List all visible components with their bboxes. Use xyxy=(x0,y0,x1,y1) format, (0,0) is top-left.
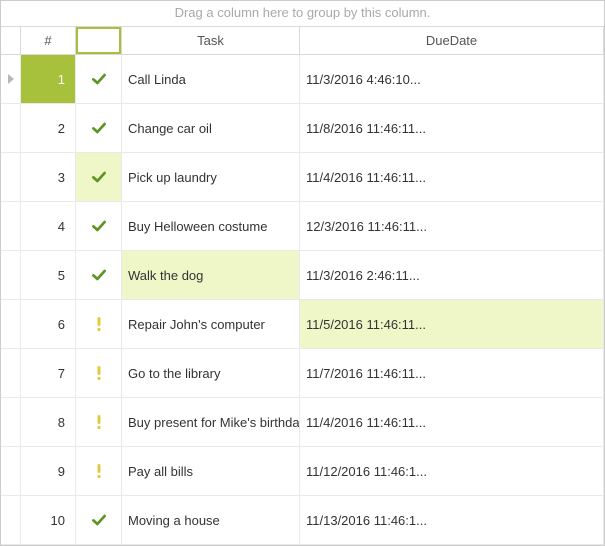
cell-number[interactable]: 8 xyxy=(21,398,76,446)
table-row[interactable]: 1 Call Linda11/3/2016 4:46:10... xyxy=(1,55,604,104)
check-icon xyxy=(91,218,107,234)
check-icon xyxy=(91,169,107,185)
cell-duedate[interactable]: 11/4/2016 11:46:11... xyxy=(300,398,604,446)
table-row[interactable]: 7 Go to the library11/7/2016 11:46:11... xyxy=(1,349,604,398)
cell-indicator[interactable] xyxy=(1,496,21,544)
grid-body[interactable]: 1 Call Linda11/3/2016 4:46:10... 2 Change c… xyxy=(1,55,604,545)
exclaim-icon xyxy=(91,463,107,479)
check-icon xyxy=(91,512,107,528)
cell-status[interactable] xyxy=(76,104,122,152)
cell-status[interactable] xyxy=(76,202,122,250)
cell-duedate[interactable]: 11/8/2016 11:46:11... xyxy=(300,104,604,152)
table-row[interactable]: 10 Moving a house11/13/2016 11:46:1... xyxy=(1,496,604,545)
cell-status[interactable] xyxy=(76,153,122,201)
table-row[interactable]: 6 Repair John's computer11/5/2016 11:46:1… xyxy=(1,300,604,349)
table-row[interactable]: 8 Buy present for Mike's birthday11/4/201… xyxy=(1,398,604,447)
cell-indicator[interactable] xyxy=(1,104,21,152)
cell-number[interactable]: 4 xyxy=(21,202,76,250)
cell-number[interactable]: 2 xyxy=(21,104,76,152)
cell-indicator[interactable] xyxy=(1,202,21,250)
exclaim-icon xyxy=(91,414,107,430)
cell-indicator[interactable] xyxy=(1,447,21,495)
cell-task[interactable]: Buy Helloween costume xyxy=(122,202,300,250)
cell-task[interactable]: Pay all bills xyxy=(122,447,300,495)
exclaim-icon xyxy=(91,365,107,381)
cell-status[interactable] xyxy=(76,349,122,397)
cell-number[interactable]: 9 xyxy=(21,447,76,495)
check-icon xyxy=(91,267,107,283)
cell-duedate[interactable]: 11/3/2016 4:46:10... xyxy=(300,55,604,103)
column-header-duedate[interactable]: DueDate xyxy=(300,27,604,54)
cell-duedate[interactable]: 11/13/2016 11:46:1... xyxy=(300,496,604,544)
cell-status[interactable] xyxy=(76,251,122,299)
table-row[interactable]: 5 Walk the dog11/3/2016 2:46:11... xyxy=(1,251,604,300)
row-indicator-icon xyxy=(8,74,14,84)
table-row[interactable]: 2 Change car oil11/8/2016 11:46:11... xyxy=(1,104,604,153)
column-header-indicator[interactable] xyxy=(1,27,21,54)
column-header-number[interactable]: # xyxy=(21,27,76,54)
column-header-row: # Task DueDate xyxy=(1,27,604,55)
cell-task[interactable]: Repair John's computer xyxy=(122,300,300,348)
check-icon xyxy=(91,120,107,136)
cell-indicator[interactable] xyxy=(1,398,21,446)
column-header-status[interactable] xyxy=(76,27,122,54)
cell-task[interactable]: Moving a house xyxy=(122,496,300,544)
exclaim-icon xyxy=(91,316,107,332)
cell-duedate[interactable]: 11/3/2016 2:46:11... xyxy=(300,251,604,299)
cell-duedate[interactable]: 11/12/2016 11:46:1... xyxy=(300,447,604,495)
cell-indicator[interactable] xyxy=(1,300,21,348)
cell-task[interactable]: Walk the dog xyxy=(122,251,300,299)
check-icon xyxy=(91,71,107,87)
table-row[interactable]: 9 Pay all bills11/12/2016 11:46:1... xyxy=(1,447,604,496)
cell-indicator[interactable] xyxy=(1,153,21,201)
cell-status[interactable] xyxy=(76,55,122,103)
cell-duedate[interactable]: 12/3/2016 11:46:11... xyxy=(300,202,604,250)
cell-duedate[interactable]: 11/5/2016 11:46:11... xyxy=(300,300,604,348)
cell-status[interactable] xyxy=(76,496,122,544)
cell-task[interactable]: Call Linda xyxy=(122,55,300,103)
data-grid: Drag a column here to group by this colu… xyxy=(0,0,605,546)
table-row[interactable]: 3 Pick up laundry11/4/2016 11:46:11... xyxy=(1,153,604,202)
cell-status[interactable] xyxy=(76,447,122,495)
cell-duedate[interactable]: 11/7/2016 11:46:11... xyxy=(300,349,604,397)
column-header-task[interactable]: Task xyxy=(122,27,300,54)
cell-number[interactable]: 5 xyxy=(21,251,76,299)
cell-indicator[interactable] xyxy=(1,349,21,397)
cell-indicator[interactable] xyxy=(1,55,21,103)
table-row[interactable]: 4 Buy Helloween costume12/3/2016 11:46:11… xyxy=(1,202,604,251)
cell-duedate[interactable]: 11/4/2016 11:46:11... xyxy=(300,153,604,201)
cell-task[interactable]: Change car oil xyxy=(122,104,300,152)
cell-number[interactable]: 10 xyxy=(21,496,76,544)
cell-status[interactable] xyxy=(76,398,122,446)
cell-number[interactable]: 6 xyxy=(21,300,76,348)
cell-status[interactable] xyxy=(76,300,122,348)
cell-number[interactable]: 7 xyxy=(21,349,76,397)
cell-indicator[interactable] xyxy=(1,251,21,299)
cell-task[interactable]: Buy present for Mike's birthday xyxy=(122,398,300,446)
cell-task[interactable]: Pick up laundry xyxy=(122,153,300,201)
cell-number[interactable]: 3 xyxy=(21,153,76,201)
group-by-panel[interactable]: Drag a column here to group by this colu… xyxy=(1,1,604,27)
cell-number[interactable]: 1 xyxy=(21,55,76,103)
cell-task[interactable]: Go to the library xyxy=(122,349,300,397)
